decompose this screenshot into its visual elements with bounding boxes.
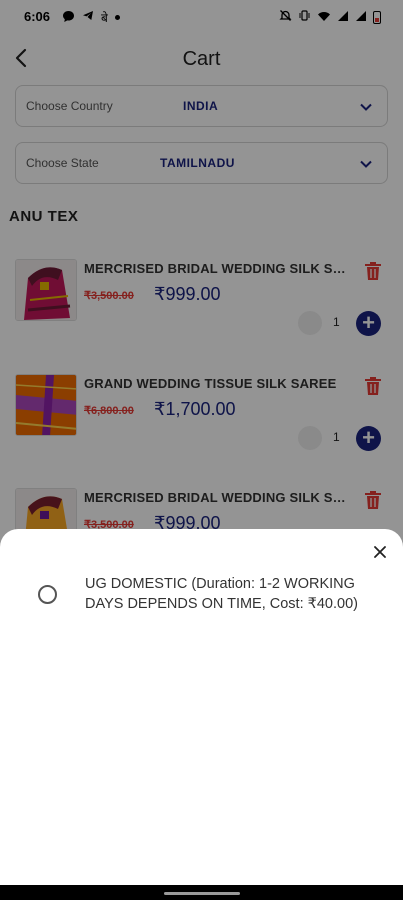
- system-nav-bar: [0, 885, 403, 900]
- shipping-option-radio[interactable]: [38, 585, 57, 604]
- close-icon[interactable]: [373, 545, 387, 559]
- shipping-option-label[interactable]: UG DOMESTIC (Duration: 1-2 WORKING DAYS …: [85, 574, 385, 614]
- cart-screen: 6:06 बे Cart Choose Country INDIA Choose…: [0, 0, 403, 900]
- home-handle[interactable]: [164, 892, 240, 895]
- shipping-options-sheet: UG DOMESTIC (Duration: 1-2 WORKING DAYS …: [0, 529, 403, 885]
